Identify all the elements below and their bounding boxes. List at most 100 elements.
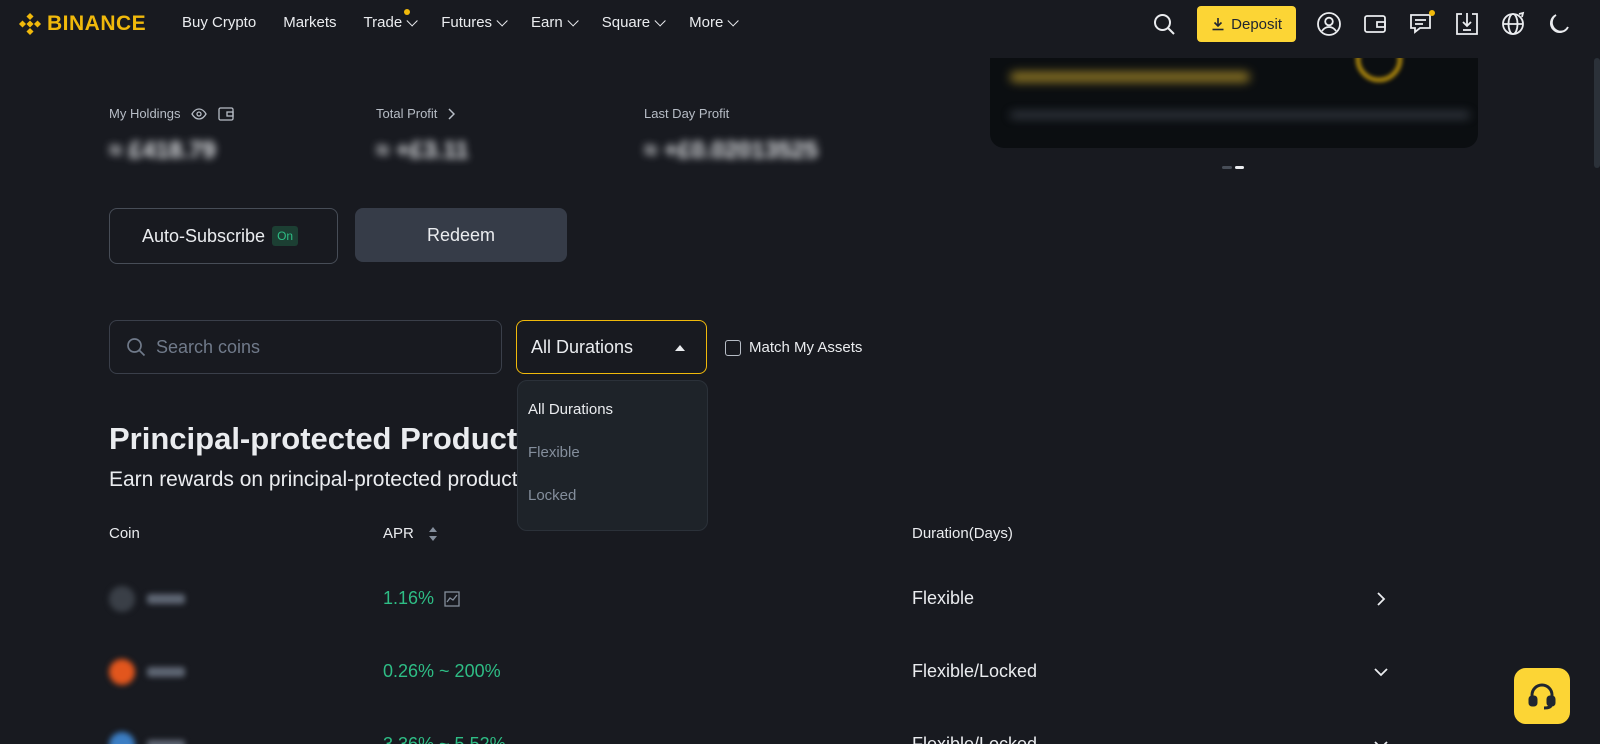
banner-text-blurred xyxy=(1010,112,1470,118)
nav-item-buy-crypto[interactable]: Buy Crypto xyxy=(182,14,256,31)
column-header-coin: Coin xyxy=(109,525,140,542)
eye-icon[interactable] xyxy=(190,107,207,120)
banner-title-blurred xyxy=(1010,72,1250,82)
duration-dropdown-menu: All Durations Flexible Locked xyxy=(517,380,708,531)
messages-icon[interactable] xyxy=(1408,10,1435,37)
section-subtitle: Earn rewards on principal-protected prod… xyxy=(109,468,529,491)
nav-item-earn[interactable]: Earn xyxy=(531,14,579,31)
coin-cell xyxy=(109,659,185,685)
nav-item-label: Square xyxy=(601,14,651,31)
chevron-down-icon xyxy=(496,14,508,27)
deposit-label: Deposit xyxy=(1231,15,1282,33)
caret-up-icon xyxy=(675,345,685,351)
banner-coin-graphic xyxy=(1356,58,1402,82)
nav-item-label: Futures xyxy=(441,14,493,31)
duration-select[interactable]: All Durations xyxy=(516,320,707,374)
my-holdings: My Holdings ≈ £418.79 xyxy=(109,106,234,165)
page-scrollbar[interactable] xyxy=(1594,58,1600,168)
apr-cell: 3.36% ~ 5.52% xyxy=(383,734,506,744)
last-day-profit-value: ≈ +£0.02013525 xyxy=(644,137,818,164)
duration-cell: Flexible xyxy=(912,588,975,608)
total-profit-value: ≈ +£3.11 xyxy=(376,137,469,164)
duration-option-all-durations[interactable]: All Durations xyxy=(518,401,707,444)
section-title: Principal-protected Products xyxy=(109,421,535,456)
brand-name: BINANCE xyxy=(47,12,147,35)
last-day-profit-label: Last Day Profit xyxy=(644,106,730,121)
promo-banner[interactable] xyxy=(990,58,1478,148)
wallet-small-icon[interactable] xyxy=(217,106,234,121)
search-icon[interactable] xyxy=(1151,11,1177,37)
match-my-assets[interactable]: Match My Assets xyxy=(725,339,862,356)
apr-cell: 0.26% ~ 200% xyxy=(383,661,501,682)
wallet-icon[interactable] xyxy=(1362,11,1388,37)
apr-header-label: APR xyxy=(383,525,414,542)
chevron-down-icon[interactable] xyxy=(1374,665,1388,679)
nav-item-label: Earn xyxy=(531,14,563,31)
last-day-profit: Last Day Profit ≈ +£0.02013525 xyxy=(644,106,818,165)
search-input[interactable] xyxy=(156,336,476,358)
coin-cell xyxy=(109,732,185,744)
sort-icon[interactable] xyxy=(428,526,438,542)
duration-selected-value: All Durations xyxy=(531,336,634,357)
total-profit-label: Total Profit xyxy=(376,106,438,121)
moon-icon[interactable] xyxy=(1546,11,1572,37)
chevron-down-icon xyxy=(567,14,579,27)
nav-item-label: Buy Crypto xyxy=(182,14,257,31)
deposit-button[interactable]: Deposit xyxy=(1197,6,1296,42)
carousel-dot[interactable] xyxy=(1222,166,1232,169)
support-chat-button[interactable] xyxy=(1514,668,1570,724)
headset-icon xyxy=(1528,683,1556,710)
my-holdings-value: ≈ £418.79 xyxy=(109,137,216,164)
chevron-right-icon[interactable] xyxy=(1374,592,1388,606)
total-profit[interactable]: Total Profit ≈ +£3.11 xyxy=(376,106,469,165)
chevron-down-icon xyxy=(727,14,740,27)
nav-item-label: More xyxy=(689,14,724,31)
nav-item-more[interactable]: More xyxy=(689,14,740,31)
nav-item-futures[interactable]: Futures xyxy=(441,14,508,31)
match-assets-checkbox[interactable] xyxy=(725,339,741,356)
download-arrow-icon xyxy=(1212,18,1224,31)
apr-value: 0.26% ~ 200% xyxy=(383,661,501,681)
nav-item-trade[interactable]: Trade xyxy=(363,9,418,31)
duration-cell: Flexible/Locked xyxy=(912,734,1038,744)
duration-option-locked[interactable]: Locked xyxy=(518,487,707,530)
nav-item-label: Markets xyxy=(283,14,337,31)
chevron-down-icon xyxy=(406,14,418,27)
chevron-right-icon xyxy=(448,107,456,120)
coin-name-blurred xyxy=(147,594,185,604)
column-header-apr[interactable]: APR xyxy=(383,525,438,542)
chevron-down-icon[interactable] xyxy=(1374,738,1388,744)
nav-item-markets[interactable]: Markets xyxy=(283,14,336,31)
coin-cell xyxy=(109,586,185,612)
download-icon[interactable] xyxy=(1454,11,1480,37)
coin-name-blurred xyxy=(147,667,185,677)
duration-option-flexible[interactable]: Flexible xyxy=(518,444,707,487)
carousel-dots xyxy=(1222,166,1247,169)
apr-chart-icon[interactable] xyxy=(444,590,460,607)
binance-logo-icon xyxy=(18,12,42,36)
auto-subscribe-button[interactable]: Auto-Subscribe On xyxy=(109,208,338,264)
user-icon[interactable] xyxy=(1316,11,1342,37)
redeem-button[interactable]: Redeem xyxy=(355,208,567,262)
nav-actions: Deposit xyxy=(1131,6,1572,42)
nav-item-label: Trade xyxy=(363,14,403,31)
nav-item-square[interactable]: Square xyxy=(601,14,666,31)
auto-subscribe-label: Auto-Subscribe xyxy=(142,225,266,246)
status-badge: On xyxy=(272,226,299,246)
carousel-dot-active[interactable] xyxy=(1235,166,1244,169)
apr-cell: 1.16% xyxy=(383,588,460,609)
coin-icon xyxy=(109,659,135,685)
top-navigation: BINANCE Buy Crypto Markets Trade Futures Ear… xyxy=(0,0,1600,48)
notification-dot xyxy=(1429,10,1435,16)
globe-icon[interactable] xyxy=(1500,11,1526,37)
my-holdings-label: My Holdings xyxy=(109,106,181,121)
search-icon xyxy=(127,338,146,357)
coin-name-blurred xyxy=(147,740,185,744)
apr-value: 1.16% xyxy=(383,588,435,608)
apr-value: 3.36% ~ 5.52% xyxy=(383,734,506,744)
notification-dot xyxy=(403,9,410,15)
coin-icon xyxy=(109,586,135,612)
coin-icon xyxy=(109,732,135,744)
binance-logo[interactable]: BINANCE xyxy=(18,12,146,36)
duration-cell: Flexible/Locked xyxy=(912,661,1038,681)
